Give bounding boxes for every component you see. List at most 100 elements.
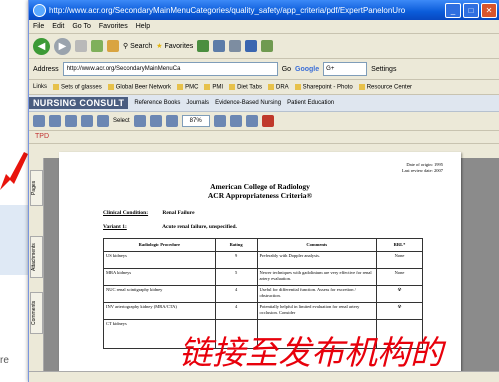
procedure-cell: MRA kidneys bbox=[103, 268, 216, 286]
red-arrow-icon bbox=[0, 152, 28, 190]
link-item[interactable]: PMI bbox=[204, 84, 223, 90]
nursing-item[interactable]: Patient Education bbox=[287, 100, 334, 106]
favorites-button[interactable]: ★ Favorites bbox=[156, 42, 193, 50]
table-row: NUC renal scintigraphy kidney 4 Useful f… bbox=[103, 285, 423, 303]
favorites-label: Favorites bbox=[164, 43, 194, 50]
variant-value: Acute renal failure, unspecified. bbox=[162, 224, 237, 230]
side-panel: Pages Attachments Comments bbox=[29, 158, 44, 382]
comments-tab[interactable]: Comments bbox=[30, 292, 43, 334]
zoom-icon[interactable] bbox=[149, 115, 162, 127]
menu-file[interactable]: File bbox=[33, 23, 44, 30]
rating-cell: 9 bbox=[214, 251, 258, 269]
refresh-icon[interactable] bbox=[91, 40, 103, 52]
link-item[interactable]: Sets of glasses bbox=[53, 84, 102, 90]
column-header: RRL* bbox=[376, 238, 423, 252]
go-button[interactable]: Go bbox=[282, 66, 291, 73]
condition-value: Renal Failure bbox=[162, 210, 195, 216]
rrl-cell: ☢ bbox=[376, 302, 423, 320]
print-icon[interactable] bbox=[49, 115, 61, 127]
nursing-item[interactable]: Reference Books bbox=[134, 100, 180, 106]
maximize-button[interactable]: □ bbox=[463, 2, 479, 18]
date-info: Date of origin: 1995 Last review date: 2… bbox=[402, 162, 443, 174]
nursing-consult-logo[interactable]: NURSING CONSULT bbox=[29, 97, 129, 109]
menu-bar: File Edit Go To Favorites Help bbox=[29, 20, 499, 34]
rating-cell: 5 bbox=[214, 268, 258, 286]
table-row: US kidneys 9 Preferably with Doppler ana… bbox=[103, 251, 423, 269]
print-icon[interactable] bbox=[229, 40, 242, 52]
title-line-1: American College of Radiology bbox=[210, 182, 310, 191]
search-button[interactable]: ⚲ Search bbox=[123, 42, 152, 50]
rating-cell: 4 bbox=[214, 302, 258, 320]
column-header: Comments bbox=[256, 238, 378, 252]
procedure-cell: NUC renal scintigraphy kidney bbox=[103, 285, 216, 303]
link-item[interactable]: Global Beer Network bbox=[108, 84, 171, 90]
menu-help[interactable]: Help bbox=[136, 23, 150, 30]
settings-button[interactable]: Settings bbox=[371, 66, 396, 73]
menu-edit[interactable]: Edit bbox=[52, 23, 64, 30]
rrl-cell: None bbox=[376, 251, 423, 269]
attachments-tab[interactable]: Attachments bbox=[30, 236, 43, 278]
forward-button[interactable]: ▶ bbox=[54, 37, 71, 55]
back-button[interactable]: ◀ bbox=[33, 37, 50, 55]
menu-favorites[interactable]: Favorites bbox=[99, 23, 128, 30]
column-header: Rating bbox=[214, 238, 258, 252]
messenger-icon[interactable] bbox=[261, 40, 274, 52]
ie-icon bbox=[33, 3, 46, 17]
title-line-2: ACR Appropriateness Criteria® bbox=[207, 191, 313, 200]
background-text: re bbox=[0, 355, 9, 366]
date-review: Last review date: 2007 bbox=[401, 168, 443, 173]
snapshot-icon[interactable] bbox=[133, 115, 146, 127]
rrl-cell: ☢ bbox=[376, 285, 423, 303]
variant: Variant 1: Acute renal failure, unspecif… bbox=[103, 224, 237, 230]
document-tab[interactable]: TPD bbox=[29, 131, 499, 144]
close-button[interactable]: ✕ bbox=[481, 2, 497, 18]
mail-icon[interactable] bbox=[213, 40, 226, 52]
link-item[interactable]: Resource Center bbox=[359, 84, 412, 90]
menu-goto[interactable]: Go To bbox=[72, 23, 91, 30]
address-bar: Address http://www.acr.org/SecondaryMain… bbox=[29, 59, 499, 80]
history-icon[interactable] bbox=[197, 40, 210, 52]
link-item[interactable]: Diet Tabs bbox=[229, 84, 262, 90]
select-tool[interactable]: Select bbox=[113, 118, 130, 124]
star-icon: ★ bbox=[156, 43, 163, 50]
edit-icon[interactable] bbox=[245, 40, 258, 52]
rotate-icon[interactable] bbox=[229, 115, 242, 127]
hand-tool-icon[interactable] bbox=[97, 115, 109, 127]
rating-cell: 4 bbox=[214, 285, 258, 303]
sign-icon[interactable] bbox=[245, 115, 258, 127]
links-bar: Links Sets of glasses Global Beer Networ… bbox=[29, 80, 499, 95]
nursing-item[interactable]: Journals bbox=[186, 100, 209, 106]
zoom-input[interactable]: 87% bbox=[181, 115, 210, 127]
fit-page-icon[interactable] bbox=[165, 115, 178, 127]
title-bar: http://www.acr.org/SecondaryMainMenuCate… bbox=[29, 0, 499, 20]
nursing-consult-toolbar: NURSING CONSULT Reference Books Journals… bbox=[29, 95, 499, 112]
nursing-item[interactable]: Evidence-Based Nursing bbox=[215, 100, 281, 106]
email-icon[interactable] bbox=[65, 115, 77, 127]
link-item[interactable]: Sharepoint - Photo bbox=[295, 84, 353, 90]
address-input[interactable]: http://www.acr.org/SecondaryMainMenuCa bbox=[62, 62, 278, 76]
stop-icon[interactable] bbox=[75, 40, 87, 52]
table-row: INV arteriography kidney (MRA/CTA) 4 Pot… bbox=[103, 302, 423, 320]
link-item[interactable]: DRA bbox=[268, 84, 289, 90]
window-title: http://www.acr.org/SecondaryMainMenuCate… bbox=[49, 5, 406, 15]
google-label: Google bbox=[295, 65, 320, 73]
browser-window: http://www.acr.org/SecondaryMainMenuCate… bbox=[28, 0, 499, 382]
pen-icon[interactable] bbox=[261, 115, 274, 127]
variant-label: Variant 1: bbox=[103, 224, 127, 230]
navigation-toolbar: ◀ ▶ ⚲ Search ★ Favorites bbox=[29, 34, 499, 59]
table-row: MRA kidneys 5 Newer techniques with gado… bbox=[103, 268, 423, 286]
comment-cell: Preferably with Doppler analysis. bbox=[256, 251, 378, 269]
clinical-condition: Clinical Condition: Renal Failure bbox=[103, 210, 195, 216]
save-icon[interactable] bbox=[33, 115, 45, 127]
search-icon[interactable] bbox=[81, 115, 93, 127]
link-item[interactable]: PMC bbox=[177, 84, 198, 90]
home-icon[interactable] bbox=[107, 40, 119, 52]
rrl-cell: None bbox=[376, 268, 423, 286]
zoom-in-icon[interactable] bbox=[213, 115, 226, 127]
pages-tab[interactable]: Pages bbox=[30, 170, 43, 206]
comment-cell: Potentially helpful in limited evaluatio… bbox=[256, 302, 378, 320]
google-search-input[interactable]: G+ bbox=[323, 62, 368, 76]
minimize-button[interactable]: _ bbox=[445, 2, 461, 18]
column-header: Radiologic Procedure bbox=[103, 238, 216, 252]
pdf-toolbar: Select 87% bbox=[29, 112, 499, 131]
